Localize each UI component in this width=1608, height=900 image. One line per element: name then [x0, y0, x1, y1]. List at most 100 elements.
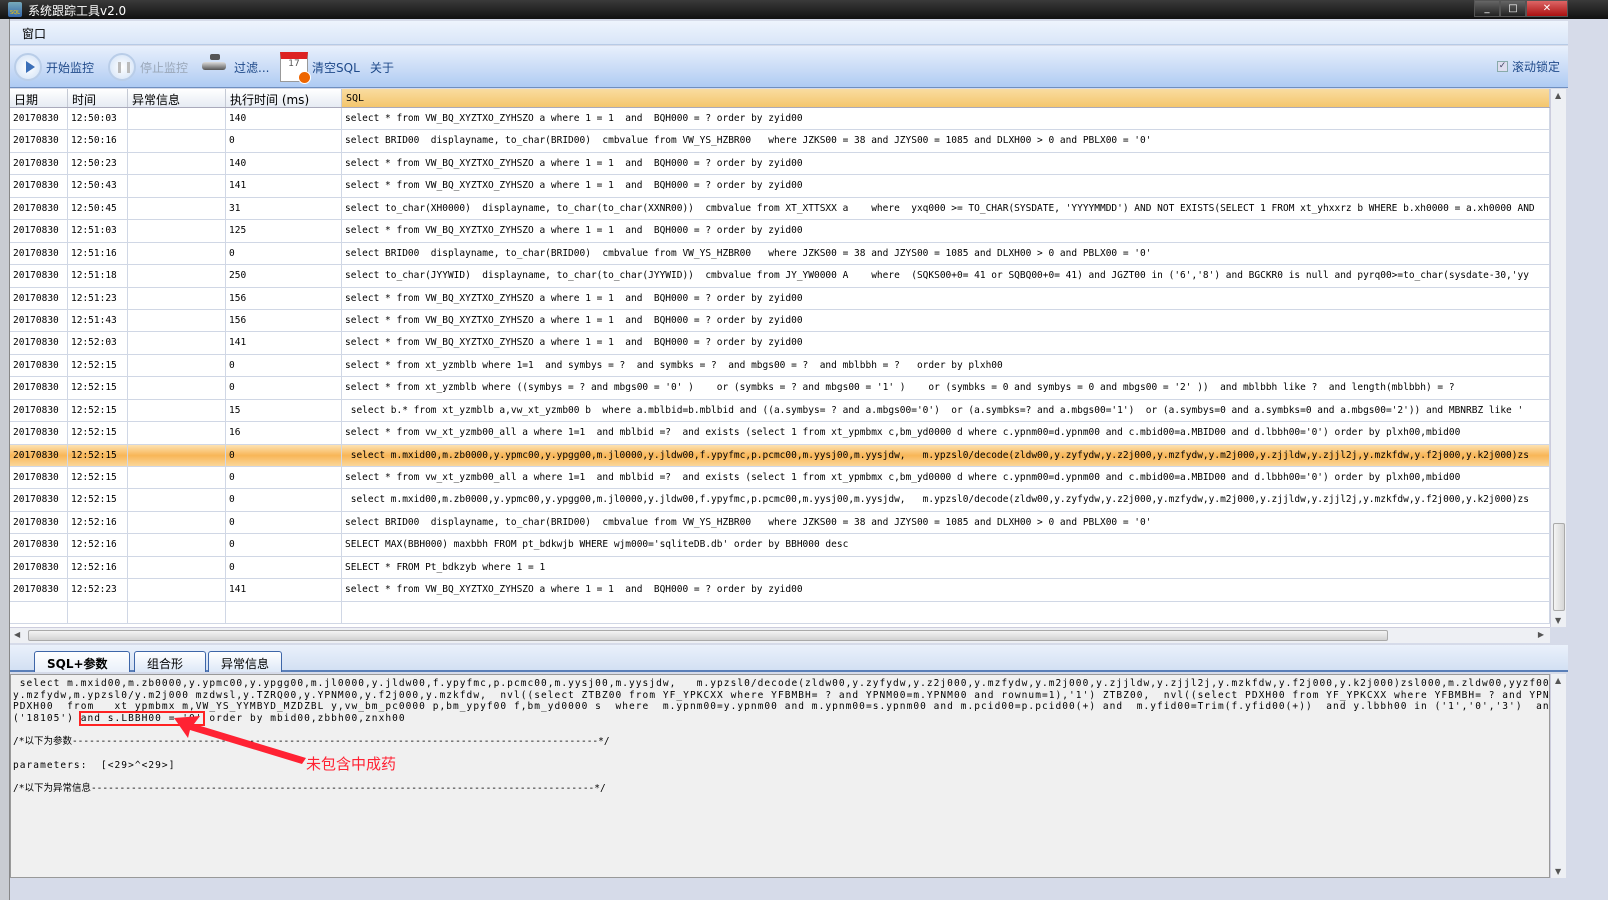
column-header-exec-time[interactable]: 执行时间 (ms) [226, 89, 342, 107]
table-row[interactable]: 20170830 12:52:16 0 select BRID00 displayna… [10, 511, 1550, 535]
clear-sql-button[interactable]: 17 清空SQL [280, 52, 360, 84]
cell-error [128, 197, 226, 220]
cell-exec-time: 141 [226, 332, 342, 354]
column-header-date[interactable]: 日期 [10, 89, 68, 107]
table-row[interactable]: 20170830 12:51:43 156 select * from VW_BQ_X… [10, 309, 1550, 333]
cell-exec-time: 0 [226, 242, 342, 265]
cell-sql: select * from VW_BQ_XYZTXO_ZYHSZO a wher… [342, 579, 1550, 601]
cell-exec-time: 140 [226, 108, 342, 130]
table-horizontal-scrollbar[interactable]: ◀ ▶ [10, 627, 1550, 643]
detail-vertical-scrollbar[interactable]: ▲ ▼ [1550, 674, 1566, 878]
close-button[interactable]: ✕ [1526, 0, 1568, 17]
scroll-right-icon[interactable]: ▶ [1538, 630, 1544, 639]
scrollbar-thumb[interactable] [28, 630, 1388, 641]
cell-date: 20170830 [10, 220, 68, 242]
sql-detail-textarea[interactable]: select m.mxid00,m.zb0000,y.ypmc00,y.ypgg… [10, 674, 1550, 878]
cell-sql: select * from vw_xt_yzmb00_all a where 1… [342, 467, 1550, 489]
table-row[interactable]: 20170830 12:50:03 140 select * from VW_BQ_X… [10, 108, 1550, 131]
detail-line: select m.mxid00,m.zb0000,y.ypmc00,y.ypgg… [13, 678, 1550, 689]
menu-window[interactable]: 窗口 [22, 25, 46, 42]
table-row[interactable]: 20170830 12:52:15 0 select * from xt_yzmblb… [10, 354, 1550, 378]
cell-sql: select * from VW_BQ_XYZTXO_ZYHSZO a wher… [342, 152, 1550, 175]
table-row[interactable]: 20170830 12:52:15 0 select * from vw_xt_yzm… [10, 467, 1550, 490]
pause-icon [108, 53, 136, 81]
cell-exec-time: 0 [226, 377, 342, 399]
cell-time: 12:52:15 [68, 377, 128, 399]
cell-time: 12:52:15 [68, 354, 128, 377]
cell-error [128, 467, 226, 489]
start-monitor-button[interactable]: 开始监控 [14, 52, 94, 82]
cell-time: 12:52:16 [68, 511, 128, 534]
tab-error-info[interactable]: 异常信息 [208, 651, 282, 672]
table-row[interactable]: 20170830 12:52:15 16 select * from vw_xt_yz… [10, 422, 1550, 445]
table-row[interactable]: 20170830 12:52:16 0 SELECT MAX(BBH000) maxb… [10, 534, 1550, 557]
table-vertical-scrollbar[interactable]: ▲ ▼ [1550, 89, 1566, 627]
cell-error [128, 108, 226, 130]
cell-time: 12:52:16 [68, 534, 128, 556]
cell-error [128, 265, 226, 287]
cell-time: 12:51:16 [68, 242, 128, 265]
cell-error [128, 377, 226, 399]
scroll-up-icon[interactable]: ▲ [1555, 91, 1561, 100]
cell-time: 12:50:16 [68, 130, 128, 152]
maximize-button[interactable]: □ [1500, 0, 1526, 17]
table-row[interactable]: 20170830 12:52:03 141 select * from VW_BQ_X… [10, 332, 1550, 355]
cell-error [128, 444, 226, 466]
tab-sql-params[interactable]: SQL+参数形式 [34, 651, 130, 688]
column-header-error[interactable]: 异常信息 [128, 89, 226, 107]
table-row[interactable]: 20170830 12:51:03 125 select * from VW_BQ_X… [10, 220, 1550, 243]
cell-exec-time: 141 [226, 175, 342, 197]
cell-error [128, 175, 226, 197]
filter-label: 过滤... [234, 60, 270, 75]
cell-date: 20170830 [10, 265, 68, 287]
minimize-button[interactable]: _ [1474, 0, 1500, 17]
scroll-left-icon[interactable]: ◀ [14, 630, 20, 639]
table-row[interactable]: 20170830 12:52:23 141 select * from VW_BQ_X… [10, 579, 1550, 602]
cell-date: 20170830 [10, 467, 68, 489]
cell-sql: select * from VW_BQ_XYZTXO_ZYHSZO a wher… [342, 287, 1550, 309]
table-row[interactable]: 20170830 12:52:15 0 select * from xt_yzmblb… [10, 377, 1550, 400]
about-button[interactable]: 关于 [370, 52, 394, 82]
filter-button[interactable]: 过滤... [200, 52, 269, 82]
table-row[interactable]: 20170830 12:51:18 250 select to_char(JYYWID… [10, 265, 1550, 288]
table-row[interactable]: 20170830 12:50:23 140 select * from VW_BQ_X… [10, 152, 1550, 176]
cell-sql: select * from VW_BQ_XYZTXO_ZYHSZO a wher… [342, 108, 1550, 130]
cell-sql: select * from VW_BQ_XYZTXO_ZYHSZO a wher… [342, 332, 1550, 354]
column-header-time[interactable]: 时间 [68, 89, 128, 107]
scroll-down-icon[interactable]: ▼ [1555, 616, 1561, 625]
window-title: 系统跟踪工具v2.0 [28, 4, 127, 18]
table-row[interactable]: 20170830 12:52:16 0 SELECT * FROM Pt_bdkzyb… [10, 556, 1550, 580]
table-row[interactable]: 20170830 12:51:16 0 select BRID00 displayna… [10, 242, 1550, 266]
cell-sql: select BRID00 displayname, to_char(BRID0… [342, 511, 1550, 534]
table-row[interactable]: 20170830 12:52:15 0 select m.mxid00,m.zb00… [10, 444, 1550, 467]
scroll-down-icon[interactable]: ▼ [1555, 867, 1561, 876]
cell-date: 20170830 [10, 242, 68, 265]
cell-error [128, 556, 226, 579]
table-row[interactable]: 20170830 12:52:15 15 select b.* from xt_yz… [10, 399, 1550, 423]
column-header-sql[interactable]: SQL [342, 89, 1550, 107]
cell-date: 20170830 [10, 130, 68, 152]
stop-monitor-button[interactable]: 停止监控 [108, 52, 188, 82]
cell-time: 12:52:23 [68, 579, 128, 601]
cell-date: 20170830 [10, 309, 68, 332]
table-row[interactable]: 20170830 12:50:45 31 select to_char(XH0000)… [10, 197, 1550, 221]
scroll-up-icon[interactable]: ▲ [1555, 676, 1561, 685]
cell-sql: select to_char(JYYWID) displayname, to_c… [342, 265, 1550, 287]
scroll-lock-checkbox[interactable]: ✓ 滚动锁定 [1496, 58, 1560, 75]
cell-error [128, 579, 226, 601]
table-row[interactable]: 20170830 12:50:16 0 select BRID00 displayna… [10, 130, 1550, 153]
table-row[interactable]: 20170830 12:52:15 0 select m.mxid00,m.zb00… [10, 489, 1550, 512]
cell-sql: select * from xt_yzmblb where 1=1 and sy… [342, 354, 1550, 377]
cell-error [128, 399, 226, 422]
scrollbar-thumb[interactable] [1553, 523, 1565, 611]
table-row[interactable]: 20170830 12:50:43 141 select * from VW_BQ_X… [10, 175, 1550, 198]
table-row[interactable]: 20170830 12:51:23 156 select * from VW_BQ_X… [10, 287, 1550, 310]
cell-error [128, 242, 226, 265]
cell-date: 20170830 [10, 489, 68, 511]
cell-error [128, 309, 226, 332]
cell-exec-time: 0 [226, 354, 342, 377]
cell-error [128, 152, 226, 175]
checkbox-checked-icon: ✓ [1496, 61, 1508, 72]
calendar-clear-icon: 17 [280, 52, 311, 84]
tab-combined[interactable]: 组合形式 [134, 651, 206, 688]
